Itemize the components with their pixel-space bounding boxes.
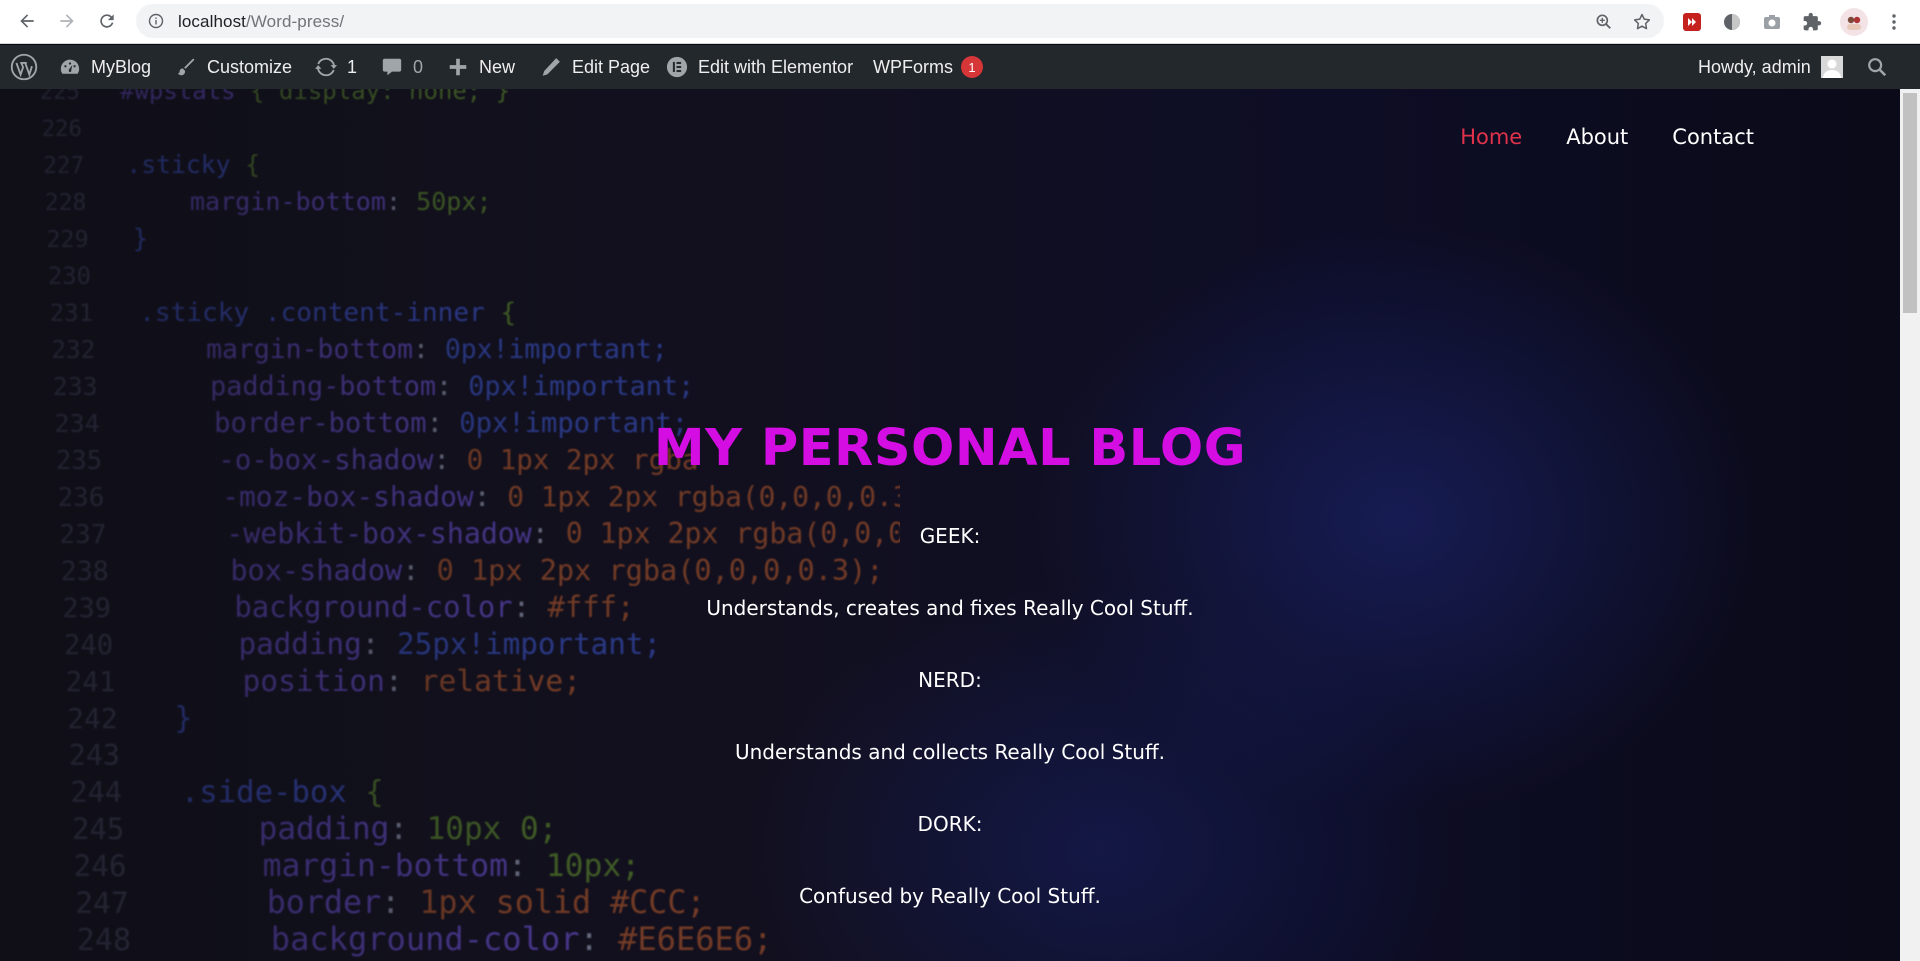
new-content-link[interactable]: New bbox=[447, 45, 515, 89]
reload-button[interactable] bbox=[94, 8, 120, 34]
scrollbar-thumb[interactable] bbox=[1903, 93, 1917, 313]
nav-contact-link[interactable]: Contact bbox=[1672, 125, 1754, 149]
updates-link[interactable]: 1 bbox=[315, 45, 357, 89]
wpforms-link[interactable]: WPForms 1 bbox=[873, 45, 983, 89]
comment-icon bbox=[382, 58, 402, 76]
wpforms-label: WPForms bbox=[873, 56, 953, 77]
new-label: New bbox=[479, 56, 516, 77]
back-button[interactable] bbox=[14, 8, 40, 34]
address-bar[interactable]: localhost/Word-press/ bbox=[136, 4, 1664, 38]
arrow-right-icon bbox=[60, 14, 74, 28]
site-name-link[interactable]: MyBlog bbox=[59, 45, 151, 89]
plus-icon bbox=[449, 58, 467, 76]
user-avatar bbox=[1820, 56, 1843, 78]
wordpress-logo-button[interactable] bbox=[10, 45, 38, 89]
geek-heading: GEEK: bbox=[919, 524, 981, 548]
nav-home-link[interactable]: Home bbox=[1460, 125, 1522, 149]
dork-description: Confused by Really Cool Stuff. bbox=[799, 884, 1101, 908]
edit-page-label: Edit Page bbox=[572, 56, 651, 77]
extension-circle-icon[interactable] bbox=[1720, 10, 1744, 34]
customize-label: Customize bbox=[207, 56, 293, 77]
profile-icon bbox=[1847, 16, 1861, 30]
browser-toolbar: localhost/Word-press/ bbox=[0, 0, 1920, 44]
my-account-link[interactable]: Howdy, admin bbox=[1698, 45, 1843, 89]
info-icon bbox=[148, 13, 164, 29]
reload-icon bbox=[100, 14, 114, 28]
edit-page-link[interactable]: Edit Page bbox=[540, 45, 650, 89]
elementor-link[interactable]: Edit with Elementor bbox=[666, 45, 853, 89]
url-text: localhost/Word-press/ bbox=[178, 12, 344, 32]
comments-link[interactable]: 0 bbox=[381, 45, 423, 89]
nerd-heading: NERD: bbox=[918, 668, 982, 692]
dork-heading: DORK: bbox=[917, 812, 983, 836]
howdy-label: Howdy, admin bbox=[1698, 56, 1811, 77]
forward-button[interactable] bbox=[54, 8, 80, 34]
bookmark-star-icon[interactable] bbox=[1632, 12, 1652, 32]
updates-icon bbox=[315, 57, 337, 77]
comments-count: 0 bbox=[413, 56, 424, 77]
url-path: /Word-press/ bbox=[246, 12, 345, 31]
customize-link[interactable]: Customize bbox=[175, 45, 292, 89]
nerd-description: Understands and collects Really Cool Stu… bbox=[734, 740, 1166, 764]
updates-count: 1 bbox=[347, 56, 358, 77]
browser-menu-icon[interactable] bbox=[1882, 10, 1906, 34]
arrow-left-icon bbox=[20, 14, 34, 28]
site-navigation: Home About Contact bbox=[1460, 125, 1754, 149]
zoom-icon[interactable] bbox=[1594, 12, 1614, 32]
hero-section: 225#wpstats { display: none; }226227.sti… bbox=[0, 89, 1900, 961]
blog-title: MY PERSONAL BLOG bbox=[653, 419, 1247, 478]
user-avatar-icon bbox=[1822, 59, 1841, 78]
elementor-label: Edit with Elementor bbox=[698, 56, 854, 77]
search-button[interactable] bbox=[1866, 45, 1888, 89]
profile-avatar[interactable] bbox=[1840, 8, 1868, 36]
nav-about-link[interactable]: About bbox=[1566, 125, 1628, 149]
camera-icon[interactable] bbox=[1760, 10, 1784, 34]
dashboard-icon bbox=[60, 59, 80, 74]
wordpress-logo-icon bbox=[10, 53, 38, 81]
pencil-icon bbox=[542, 58, 560, 76]
page-scrollbar[interactable] bbox=[1900, 89, 1920, 961]
extensions-puzzle-icon[interactable] bbox=[1800, 10, 1824, 34]
wpforms-notification-badge: 1 bbox=[961, 56, 983, 78]
url-host: localhost bbox=[178, 12, 246, 31]
site-name-label: MyBlog bbox=[91, 56, 152, 77]
geek-description: Understands, creates and fixes Really Co… bbox=[706, 596, 1194, 620]
search-icon bbox=[1868, 58, 1887, 77]
elementor-icon bbox=[666, 56, 688, 78]
extension-red-icon[interactable] bbox=[1680, 10, 1704, 34]
brush-icon bbox=[177, 58, 195, 76]
wp-admin-bar: MyBlog Customize 1 0 New Edit Page Edit … bbox=[0, 45, 1920, 89]
